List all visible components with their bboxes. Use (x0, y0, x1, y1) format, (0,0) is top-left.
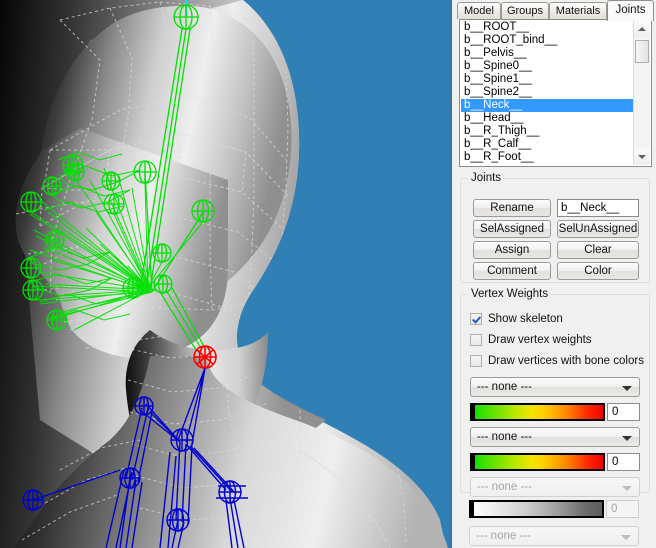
list-item[interactable]: b__ROOT_bind__ (461, 34, 634, 47)
draw-vertex-weights-checkbox[interactable] (470, 333, 482, 346)
joint-name-field[interactable]: b__Neck__ (557, 199, 639, 217)
joint-node (134, 396, 154, 416)
list-item[interactable]: b__Pelvis__ (461, 47, 634, 60)
show-skeleton-checkbox-row[interactable]: Show skeleton (470, 311, 563, 326)
assign-button[interactable]: Assign (473, 241, 551, 259)
weight-slider-handle-1[interactable] (472, 405, 475, 419)
vertex-weights-group-title: Vertex Weights (468, 288, 552, 300)
chevron-down-icon (622, 486, 632, 491)
residual-bone-combo: --- none --- (469, 526, 639, 546)
scroll-up-arrow-icon (638, 27, 646, 31)
milkshape-joints-window: Model Groups Materials Joints b__ROOT__ … (0, 0, 656, 548)
list-item[interactable]: b__Head__ (461, 112, 634, 125)
joint-node (119, 467, 141, 489)
residual-bone-combo-value: --- none --- (476, 530, 531, 542)
right-properties-panel: Model Groups Materials Joints b__ROOT__ … (455, 0, 656, 548)
joint-list-items[interactable]: b__ROOT__ b__ROOT_bind__ b__Pelvis__ b__… (461, 21, 634, 165)
weight-slider-handle-2[interactable] (472, 455, 475, 469)
clear-button[interactable]: Clear (557, 241, 639, 259)
joint-list-box[interactable]: b__ROOT__ b__ROOT_bind__ b__Pelvis__ b__… (459, 19, 652, 167)
sel-unassigned-button[interactable]: SelUnAssigned (557, 220, 639, 238)
weight-value-field-1[interactable]: 0 (607, 403, 640, 421)
list-item[interactable]: b__Spine2__ (461, 86, 634, 99)
tab-materials[interactable]: Materials (549, 2, 607, 19)
weight-bone-combo-2-value: --- none --- (477, 431, 532, 443)
residual-weight-gradient-slider (469, 500, 604, 518)
tab-model[interactable]: Model (457, 2, 501, 19)
joints-group-box: Joints Rename b__Neck__ SelAssigned SelU… (460, 172, 650, 283)
chevron-down-icon (621, 535, 631, 540)
tab-groups[interactable]: Groups (501, 2, 549, 19)
draw-vertices-bone-colors-checkbox-row[interactable]: Draw vertices with bone colors (470, 353, 644, 368)
draw-vertex-weights-checkbox-row[interactable]: Draw vertex weights (470, 332, 592, 347)
tab-strip: Model Groups Materials Joints (455, 0, 656, 21)
draw-vertices-bone-colors-label: Draw vertices with bone colors (488, 354, 644, 367)
joint-node (20, 191, 42, 213)
joint-node (152, 243, 172, 263)
joint-list-scrollbar[interactable] (633, 21, 650, 165)
joint-node (191, 199, 215, 223)
color-button[interactable]: Color (557, 262, 639, 280)
list-item[interactable]: b__R_Foot__ (461, 151, 634, 164)
chevron-down-icon (622, 436, 632, 441)
weight-bone-combo-1-value: --- none --- (477, 381, 532, 393)
scroll-down-arrow-icon (638, 155, 646, 159)
selected-joint-node (193, 345, 217, 369)
residual-weight-slider-handle (471, 502, 474, 516)
list-item[interactable]: b__R_Thigh__ (461, 125, 634, 138)
list-item[interactable]: b__Spine0__ (461, 60, 634, 73)
joints-group-title: Joints (468, 172, 505, 184)
draw-vertex-weights-label: Draw vertex weights (488, 333, 592, 346)
joint-node (22, 279, 44, 301)
draw-vertices-bone-colors-checkbox[interactable] (470, 354, 482, 367)
weight-bone-combo-2[interactable]: --- none --- (470, 427, 640, 447)
list-item-selected[interactable]: b__Neck__ (461, 99, 634, 112)
weight-bone-combo-3: --- none --- (470, 477, 640, 497)
3d-viewport[interactable] (0, 0, 452, 548)
show-skeleton-checkbox[interactable] (470, 312, 482, 325)
joint-node (173, 4, 199, 30)
residual-weight-value-field: 0 (606, 500, 639, 518)
viewport-render (0, 0, 448, 548)
list-item[interactable]: b__Spine1__ (461, 73, 634, 86)
chevron-down-icon (622, 386, 632, 391)
weight-bone-combo-1[interactable]: --- none --- (470, 377, 640, 397)
viewport-right-edge (449, 0, 452, 548)
comment-button[interactable]: Comment (473, 262, 551, 280)
weight-value-field-2[interactable]: 0 (607, 453, 640, 471)
vertex-weights-group-box: Vertex Weights Show skeleton Draw vertex… (460, 288, 650, 497)
weight-gradient-slider-2[interactable] (470, 453, 605, 471)
show-skeleton-label: Show skeleton (488, 312, 563, 325)
scroll-up-button[interactable] (634, 21, 650, 37)
joint-node (170, 428, 194, 452)
weight-bone-combo-3-value: --- none --- (477, 481, 532, 493)
scrollbar-thumb[interactable] (635, 40, 649, 63)
tab-joints[interactable]: Joints (607, 0, 654, 21)
rename-button[interactable]: Rename (473, 199, 551, 217)
list-item[interactable]: b__ROOT__ (461, 21, 634, 34)
weight-gradient-slider-1[interactable] (470, 403, 605, 421)
sel-assigned-button[interactable]: SelAssigned (473, 220, 551, 238)
list-item[interactable]: b__R_Calf__ (461, 138, 634, 151)
scroll-down-button[interactable] (634, 149, 650, 165)
